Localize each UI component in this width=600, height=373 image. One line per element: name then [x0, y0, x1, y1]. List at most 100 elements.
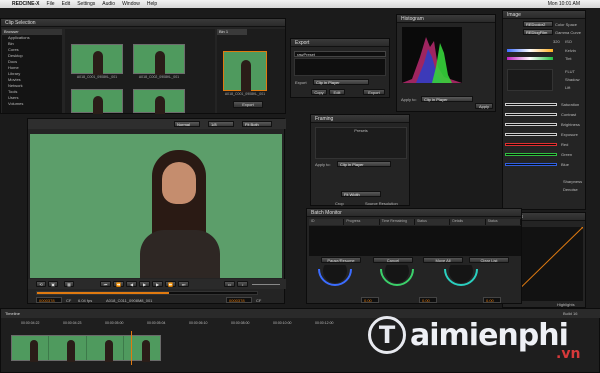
clip-thumb-4[interactable] [133, 89, 185, 114]
export-preset-list[interactable] [294, 58, 386, 76]
monitor-icon[interactable]: ▭ [224, 281, 235, 287]
kelvin-slider[interactable] [507, 49, 553, 52]
export-preset-field[interactable]: rawPreset [294, 51, 386, 57]
slider-label: Saturation [561, 102, 580, 107]
slider-track[interactable] [505, 103, 557, 106]
viewer-mode-dropdown[interactable]: Normal [174, 121, 200, 127]
menu-settings[interactable]: Settings [77, 1, 95, 7]
wheel-3-value[interactable]: 0.00 [483, 297, 501, 303]
copy-button[interactable]: Copy [311, 89, 327, 95]
framing-apply-dropdown[interactable]: Clip in Player [337, 161, 391, 167]
clip-thumb-1[interactable]: A018_C001_0908KL_001 [71, 44, 123, 79]
export-clip-dropdown[interactable]: Clip in Player [313, 79, 369, 85]
gamma-dropdown[interactable]: REDlogFilm [523, 29, 553, 35]
tint-slider[interactable] [507, 57, 553, 60]
pause-resume-button[interactable]: Pause/Resume [321, 257, 361, 263]
color-wheel-2[interactable] [377, 265, 417, 299]
step-back-icon[interactable]: ◀ [126, 281, 137, 287]
timeline-tick: 00:00:12:00 [315, 321, 334, 325]
camera-icon[interactable]: ▣ [48, 281, 58, 287]
batch-column-header[interactable]: Progress [344, 219, 380, 225]
histogram-apply-button[interactable]: Apply [475, 103, 493, 109]
watermark-t-mark: T [368, 316, 406, 354]
framing-apply-label: Apply to: [315, 162, 331, 167]
subject-face [162, 162, 196, 204]
first-frame-icon[interactable]: ⏮ [100, 281, 111, 287]
clip-grid: A018_C001_0908KL_001 A018_C002_0908KL_00… [65, 29, 215, 114]
export-run-button[interactable]: Export [363, 89, 385, 95]
slider-row[interactable]: Brightness [505, 121, 585, 128]
step-forward-icon[interactable]: ▶ [152, 281, 163, 287]
grid-icon[interactable]: ▦ [64, 281, 74, 287]
denoise-label: Denoise [563, 187, 578, 192]
cancel-button[interactable]: Cancel [373, 257, 413, 263]
color-wheel-1[interactable] [315, 265, 355, 299]
slider-track[interactable] [505, 123, 557, 126]
loop-icon[interactable]: ⟲ [36, 281, 46, 287]
framing-fit-dropdown[interactable]: Fit Width [341, 191, 381, 197]
highlights-label: Highlights [557, 302, 575, 307]
image-title: Image [503, 11, 585, 19]
wheel-1-value[interactable]: 0.00 [361, 297, 379, 303]
clear-list-button[interactable]: Clear List [469, 257, 509, 263]
color-space-dropdown[interactable]: REDcolor2 [523, 21, 553, 27]
slider-track[interactable] [505, 163, 557, 166]
batch-list[interactable] [309, 226, 521, 256]
slider-track[interactable] [505, 143, 557, 146]
slider-track[interactable] [505, 153, 557, 156]
menu-window[interactable]: Window [122, 1, 140, 7]
bin-clip-thumb[interactable]: A018_C001_0908KL_001 [223, 51, 267, 96]
slider-row[interactable]: Blue [505, 161, 585, 168]
fast-forward-icon[interactable]: ⏩ [165, 281, 176, 287]
volume-slider[interactable] [252, 284, 280, 285]
batch-columns: ID Progress Time Remaining Status Details Sta… [309, 219, 521, 225]
slider-label: Red [561, 142, 569, 147]
batch-column-header[interactable]: Time Remaining [380, 219, 415, 225]
menu-help[interactable]: Help [147, 1, 157, 7]
menu-file[interactable]: File [47, 1, 55, 7]
watermark-logo: T aimienphi .vn [368, 312, 598, 368]
menu-edit[interactable]: Edit [62, 1, 71, 7]
framing-crop-label: Crop [335, 201, 344, 206]
viewer-scale-dropdown[interactable]: 1/8 [208, 121, 234, 127]
histogram-panel: Histogram Apply to: Clip in Player Apply [396, 14, 496, 112]
timecode-in[interactable]: 0000378 [36, 297, 62, 303]
slider-row[interactable]: Green [505, 151, 585, 158]
move-all-button[interactable]: Move All [423, 257, 463, 263]
slider-row[interactable]: Saturation [505, 101, 585, 108]
file-tree: Browser Applications Bin Cores Desktop Docs H… [2, 29, 62, 113]
bin-area: Bin 1 A018_C001_0908KL_001 Export [217, 29, 285, 113]
progress-bar[interactable] [36, 291, 258, 295]
menu-audio[interactable]: Audio [102, 1, 115, 7]
color-wheel-3[interactable] [441, 265, 481, 299]
slider-track[interactable] [505, 133, 557, 136]
volume-icon[interactable]: ♪ [237, 281, 248, 287]
viewer-fit-dropdown[interactable]: Fit Both [242, 121, 272, 127]
slider-row[interactable]: Exposure [505, 131, 585, 138]
wheel-2-value[interactable]: 0.00 [419, 297, 437, 303]
play-icon[interactable]: ▶ [139, 281, 150, 287]
edit-button[interactable]: Edit [329, 89, 345, 95]
export-button[interactable]: Export [233, 101, 263, 108]
slider-row[interactable]: Contrast [505, 111, 585, 118]
batch-monitor-title: Batch Monitor [307, 209, 521, 217]
rewind-icon[interactable]: ⏪ [113, 281, 124, 287]
clip-thumb-2[interactable]: A018_C002_0908KL_001 [133, 44, 185, 79]
slider-track[interactable] [505, 113, 557, 116]
image-slider-list: Saturation Contrast Brightness Exposure Red G… [505, 101, 585, 171]
timeline-clip[interactable] [11, 335, 161, 362]
last-frame-icon[interactable]: ⏭ [178, 281, 189, 287]
batch-column-header[interactable]: Status [486, 219, 521, 225]
menu-app-name[interactable]: REDCINE-X [12, 1, 40, 7]
tree-item[interactable]: Volumes [2, 101, 62, 107]
batch-column-header[interactable]: Details [450, 219, 486, 225]
histogram-apply-dropdown[interactable]: Clip in Player [421, 96, 473, 102]
bin-tab[interactable]: Bin 1 [217, 29, 247, 35]
batch-column-header[interactable]: Status [415, 219, 451, 225]
slider-row[interactable]: Red [505, 141, 585, 148]
batch-column-header[interactable]: ID [309, 219, 345, 225]
timeline-tick: 00:00:05:00 [105, 321, 124, 325]
clip-thumb-3[interactable] [71, 89, 123, 114]
playhead[interactable] [131, 331, 132, 365]
timecode-out[interactable]: 0000378 [226, 297, 252, 303]
